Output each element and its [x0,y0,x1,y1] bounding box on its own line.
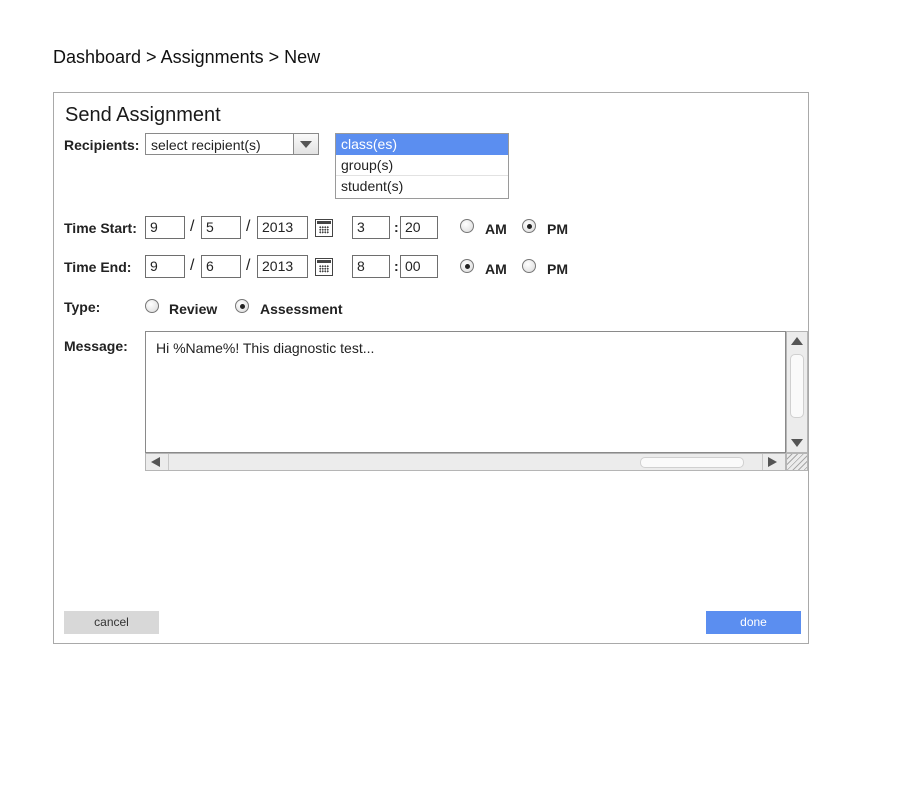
time-start-am-radio[interactable] [460,219,474,233]
scroll-up-icon[interactable] [791,337,803,345]
recipients-select[interactable]: select recipient(s) [145,133,319,155]
message-textarea[interactable]: Hi %Name%! This diagnostic test... [145,331,786,453]
time-start-hour-input[interactable]: 3 [352,216,390,239]
type-assessment-radio[interactable] [235,299,249,313]
time-end-pm-label: PM [547,261,568,277]
date-separator: / [246,257,251,274]
time-separator: : [394,258,399,274]
scroll-left-icon[interactable] [151,457,160,467]
message-text: Hi %Name%! This diagnostic test... [156,340,375,356]
time-end-am-radio[interactable] [460,259,474,273]
type-review-radio[interactable] [145,299,159,313]
time-end-day-input[interactable]: 6 [201,255,241,278]
recipients-label: Recipients: [64,137,140,153]
time-start-day-input[interactable]: 5 [201,216,241,239]
time-start-label: Time Start: [64,220,137,236]
list-option-groups[interactable]: group(s) [336,155,508,176]
time-start-month-input[interactable]: 9 [145,216,185,239]
vertical-scroll-thumb[interactable] [790,354,804,418]
message-label: Message: [64,338,128,354]
horizontal-scroll-thumb[interactable] [640,457,744,468]
type-review-label: Review [169,301,218,317]
send-assignment-dialog: Send Assignment Recipients: select recip… [53,92,809,644]
vertical-scrollbar[interactable] [786,331,808,453]
chevron-down-icon[interactable] [293,134,318,154]
type-assessment-label: Assessment [260,301,343,317]
date-separator: / [190,257,195,274]
time-end-year-input[interactable]: 2013 [257,255,308,278]
time-start-am-label: AM [485,221,507,237]
time-start-year-input[interactable]: 2013 [257,216,308,239]
time-start-pm-radio[interactable] [522,219,536,233]
breadcrumb: Dashboard > Assignments > New [53,47,321,67]
date-separator: / [246,218,251,235]
time-end-hour-input[interactable]: 8 [352,255,390,278]
recipients-type-list[interactable]: class(es) group(s) student(s) [335,133,509,199]
date-separator: / [190,218,195,235]
time-end-am-label: AM [485,261,507,277]
done-button[interactable]: done [706,611,801,634]
recipients-select-value: select recipient(s) [151,137,261,153]
time-separator: : [394,219,399,235]
list-option-students[interactable]: student(s) [336,176,508,197]
scroll-down-icon[interactable] [791,439,803,447]
cancel-button[interactable]: cancel [64,611,159,634]
time-start-pm-label: PM [547,221,568,237]
calendar-icon[interactable] [315,219,333,237]
dialog-title: Send Assignment [65,104,221,126]
time-end-month-input[interactable]: 9 [145,255,185,278]
type-label: Type: [64,299,101,315]
time-end-label: Time End: [64,259,132,275]
scrollbar-divider [168,454,169,470]
scroll-right-icon[interactable] [768,457,777,467]
horizontal-scrollbar[interactable] [145,453,786,471]
time-start-minute-input[interactable]: 20 [400,216,438,239]
time-end-pm-radio[interactable] [522,259,536,273]
calendar-icon[interactable] [315,258,333,276]
message-box: Hi %Name%! This diagnostic test... [145,331,810,472]
list-option-classes[interactable]: class(es) [336,134,508,155]
scrollbar-divider [762,454,763,470]
resize-grip-icon[interactable] [786,453,808,471]
time-end-minute-input[interactable]: 00 [400,255,438,278]
